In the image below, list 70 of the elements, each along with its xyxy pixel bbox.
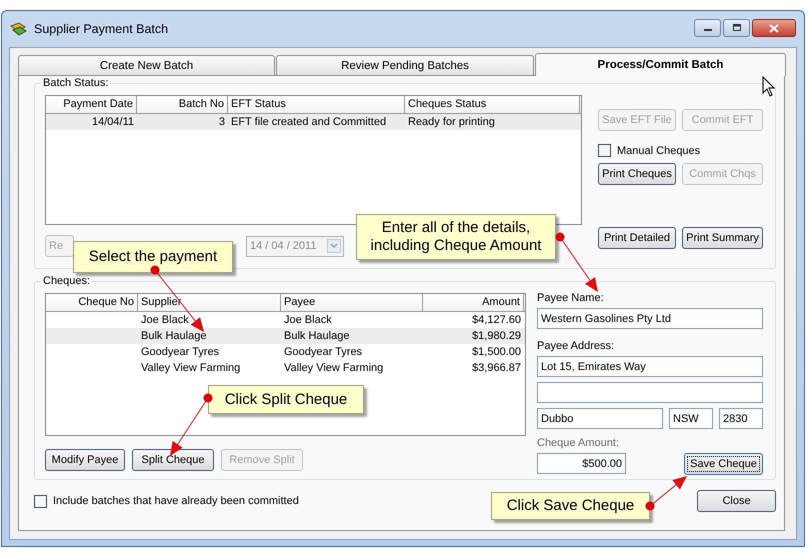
checkbox-label: Include batches that have already been committed — [53, 495, 299, 507]
address-field[interactable] — [537, 382, 763, 403]
column-header[interactable]: Payee — [281, 294, 423, 311]
table-cell-text: Bulk Haulage — [140, 329, 208, 344]
column-header[interactable]: Payment Date — [46, 96, 137, 113]
table-cell-text: Goodyear Tyres — [283, 345, 364, 360]
table-cell-text: $1,500.00 — [471, 345, 522, 360]
state-field[interactable]: NSW — [669, 408, 713, 429]
postcode-field[interactable]: 2830 — [719, 408, 763, 429]
maximize-icon — [732, 24, 742, 32]
table-cell-text: $4,127.60 — [471, 313, 522, 328]
table-row[interactable]: Goodyear Tyres Goodyear Tyres $1,500.00 — [46, 344, 525, 360]
table-cell-text: Valley View Farming — [140, 361, 242, 376]
suburb-field[interactable]: Dubbo — [537, 408, 663, 429]
callout-tooltip: Click Split Cheque — [208, 385, 364, 414]
close-dialog-button[interactable]: Close — [697, 490, 776, 512]
group-label: Cheques: — [42, 275, 92, 287]
column-header[interactable]: Cheque No — [46, 294, 138, 311]
cheque-button[interactable]: Print Cheques — [598, 163, 676, 185]
field-label: Payee Address: — [537, 339, 616, 353]
print-button[interactable]: Print Detailed — [598, 227, 676, 249]
callout-tooltip: Click Save Cheque — [491, 492, 650, 520]
checkbox[interactable] — [598, 144, 611, 157]
table-cell-text: Joe Black — [283, 313, 333, 328]
column-header[interactable]: Cheques Status — [405, 96, 580, 113]
table-cell-text: 14/04/11 — [90, 115, 135, 130]
minimize-button[interactable] — [694, 19, 721, 37]
app-icon — [10, 21, 28, 37]
callout-dot — [204, 394, 212, 402]
table-row[interactable]: Valley View Farming Valley View Farming $3,966.87 — [46, 360, 525, 376]
table-cell-text: Bulk Haulage — [283, 329, 350, 344]
tab[interactable]: Create New Batch — [18, 55, 275, 75]
window-title: Supplier Payment Batch — [34, 22, 168, 36]
callout-dot — [150, 266, 160, 274]
checkbox[interactable] — [34, 494, 47, 508]
group-label: Batch Status: — [42, 77, 110, 89]
cheque-amount-field[interactable]: $500.00 — [537, 453, 626, 474]
table-cell-text: Ready for printing — [407, 115, 496, 130]
field-label: Payee Name: — [537, 291, 605, 305]
column-header[interactable]: Amount — [423, 294, 524, 311]
table-cell-text: $3,966.87 — [471, 361, 522, 376]
callout-dot — [646, 502, 654, 510]
callout-dot — [556, 232, 564, 242]
table-cell-text: $1,980.29 — [471, 329, 522, 344]
save-cheque-button[interactable]: Save Cheque — [684, 453, 763, 475]
callout-tooltip: Select the payment — [73, 241, 233, 273]
table-row[interactable]: 14/04/11 3 EFT file created and Committed Ready for printing — [46, 114, 581, 130]
column-header[interactable]: EFT Status — [228, 96, 405, 113]
column-header[interactable]: Supplier — [138, 294, 281, 311]
tab[interactable]: Process/Commit Batch — [535, 53, 786, 76]
table-cell-text: Goodyear Tyres — [140, 345, 220, 360]
checkbox-label: Manual Cheques — [617, 144, 700, 156]
payee-name-field[interactable]: Western Gasolines Pty Ltd — [537, 308, 763, 329]
print-button[interactable]: Print Summary — [682, 227, 763, 249]
close-button[interactable] — [752, 19, 796, 37]
maximize-button[interactable] — [723, 19, 750, 37]
column-header[interactable]: Batch No — [137, 96, 228, 113]
table-cell-text: 3 — [218, 115, 226, 130]
cheque-action-button[interactable]: Split Cheque — [132, 449, 214, 471]
address-field[interactable]: Lot 15, Emirates Way — [537, 356, 763, 377]
table-row[interactable]: Joe Black Joe Black $4,127.60 — [46, 312, 525, 328]
callout-tooltip: Enter all of the details, including Cheque Amount — [356, 214, 556, 260]
close-icon — [769, 24, 779, 32]
table-cell-text: EFT file created and Committed — [230, 115, 388, 130]
table-row[interactable]: Bulk Haulage Bulk Haulage $1,980.29 — [46, 328, 525, 344]
tab[interactable]: Review Pending Batches — [276, 55, 534, 75]
cheque-action-button[interactable]: Modify Payee — [45, 449, 125, 471]
field-label: Cheque Amount: — [537, 436, 620, 450]
table-cell-text: Joe Black — [140, 313, 190, 328]
table-cell-text: Valley View Farming — [283, 361, 384, 376]
